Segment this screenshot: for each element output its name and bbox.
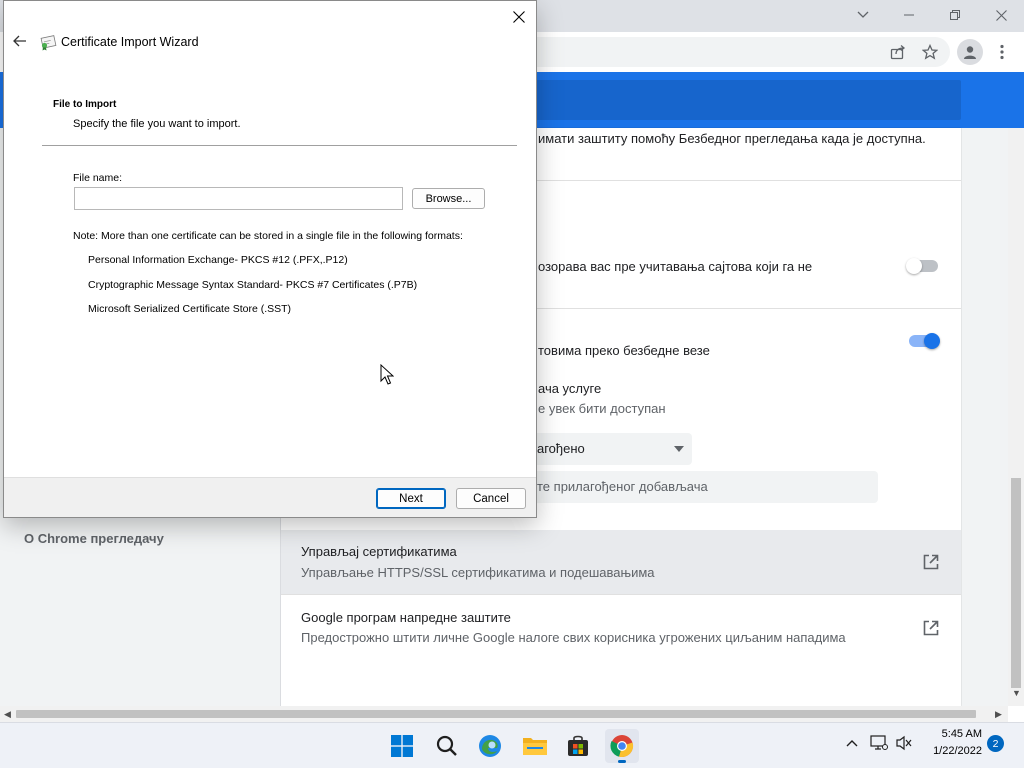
advanced-protection-title: Google програм напредне заштите bbox=[301, 610, 511, 625]
toggle-knob bbox=[906, 258, 922, 274]
format-item: Microsoft Serialized Certificate Store (… bbox=[88, 303, 292, 315]
close-icon bbox=[513, 11, 525, 23]
network-button[interactable] bbox=[869, 733, 889, 753]
toggle-knob bbox=[924, 333, 940, 349]
advanced-protection-sub: Предострожно штити личне Google налоге с… bbox=[301, 630, 846, 645]
restore-icon bbox=[950, 10, 960, 20]
certificate-import-wizard: Certificate Import Wizard File to Import… bbox=[3, 0, 537, 518]
custom-provider-placeholder: те прилагођеног добављача bbox=[537, 479, 708, 494]
manage-certificates-sub: Управљање HTTPS/SSL сертификатима и поде… bbox=[301, 565, 655, 580]
scroll-down-arrow-icon[interactable]: ▼ bbox=[1012, 688, 1021, 698]
show-hidden-icons-button[interactable] bbox=[842, 733, 862, 753]
page-subheading: Specify the file you want to import. bbox=[73, 118, 241, 130]
taskbar-chrome[interactable] bbox=[605, 729, 639, 763]
windows-logo-icon bbox=[391, 735, 413, 757]
file-name-input[interactable] bbox=[74, 187, 403, 210]
arrow-left-icon bbox=[13, 35, 26, 47]
back-button[interactable] bbox=[10, 31, 30, 51]
notification-badge[interactable]: 2 bbox=[987, 735, 1004, 752]
clock-time[interactable]: 5:45 AM bbox=[936, 728, 982, 740]
provider-text: ача услуге bbox=[538, 381, 602, 396]
settings-search-box[interactable] bbox=[536, 80, 961, 120]
dialog-close-button[interactable] bbox=[502, 3, 536, 31]
https-text: товима преко безбедне везе bbox=[538, 343, 710, 358]
close-window-button[interactable] bbox=[978, 0, 1024, 30]
mouse-cursor-icon bbox=[380, 364, 394, 385]
open-in-new-icon bbox=[923, 554, 939, 570]
horizontal-scroll-thumb[interactable] bbox=[16, 710, 976, 718]
https-toggle[interactable] bbox=[909, 333, 940, 349]
folder-icon bbox=[523, 738, 547, 755]
avatar-icon bbox=[964, 46, 976, 59]
horizontal-scrollbar[interactable]: ◀ ▶ bbox=[0, 706, 1008, 722]
formats-note: Note: More than one certificate can be s… bbox=[73, 230, 463, 242]
browse-button[interactable]: Browse... bbox=[412, 188, 485, 209]
network-icon bbox=[870, 735, 888, 750]
bookmark-button[interactable] bbox=[918, 40, 942, 64]
certificate-icon bbox=[40, 35, 57, 51]
share-button[interactable] bbox=[886, 40, 910, 64]
minimize-button[interactable] bbox=[886, 0, 932, 30]
manage-certificates-row[interactable]: Управљај сертификатима Управљање HTTPS/S… bbox=[281, 530, 961, 594]
chevron-up-icon bbox=[846, 740, 858, 747]
dropdown-arrow-icon bbox=[674, 446, 684, 452]
menu-button[interactable] bbox=[990, 40, 1014, 64]
open-in-new-icon bbox=[923, 620, 939, 636]
search-button[interactable] bbox=[430, 729, 464, 763]
sidebar-item-about-chrome[interactable]: О Chrome прегледачу bbox=[24, 531, 164, 546]
page-heading: File to Import bbox=[53, 99, 117, 110]
manage-certificates-title: Управљај сертификатима bbox=[301, 544, 457, 559]
share-icon bbox=[890, 45, 906, 60]
safe-browsing-text: имати заштиту помоћу Безбедног прегледањ… bbox=[538, 131, 926, 146]
dialog-footer: Next Cancel bbox=[4, 477, 536, 517]
search-icon bbox=[436, 735, 457, 756]
start-button[interactable] bbox=[385, 729, 419, 763]
taskbar-file-explorer[interactable] bbox=[518, 729, 552, 763]
next-button[interactable]: Next bbox=[376, 488, 446, 509]
store-icon bbox=[568, 735, 588, 756]
edge-icon bbox=[479, 735, 501, 757]
cancel-button[interactable]: Cancel bbox=[456, 488, 526, 509]
more-vert-icon bbox=[1000, 44, 1004, 60]
format-item: Cryptographic Message Syntax Standard- P… bbox=[88, 279, 418, 291]
volume-muted-icon bbox=[896, 735, 912, 751]
file-name-label: File name: bbox=[73, 172, 123, 184]
format-item: Personal Information Exchange- PKCS #12 … bbox=[88, 254, 348, 266]
chrome-icon bbox=[610, 735, 634, 758]
close-icon bbox=[995, 9, 1007, 21]
warn-text: озорава вас пре учитавања сајтова који г… bbox=[538, 259, 813, 274]
clock-date[interactable]: 1/22/2022 bbox=[920, 745, 982, 757]
restore-button[interactable] bbox=[932, 0, 978, 30]
tab-search-button[interactable] bbox=[840, 0, 886, 30]
profile-button[interactable] bbox=[957, 39, 983, 65]
header-separator bbox=[42, 145, 517, 146]
advanced-protection-row[interactable]: Google програм напредне заштите Предостр… bbox=[281, 595, 961, 675]
minimize-icon bbox=[904, 14, 914, 16]
vertical-scroll-thumb[interactable] bbox=[1011, 478, 1021, 688]
provider-select-value: агођено bbox=[537, 441, 585, 456]
scroll-left-arrow-icon[interactable]: ◀ bbox=[4, 709, 11, 720]
taskbar-store[interactable] bbox=[561, 729, 595, 763]
taskbar-edge[interactable] bbox=[473, 729, 507, 763]
star-icon bbox=[922, 44, 938, 60]
active-app-indicator bbox=[618, 760, 626, 763]
volume-button[interactable] bbox=[894, 733, 914, 753]
sidebar-divider bbox=[280, 518, 281, 706]
dialog-title: Certificate Import Wizard bbox=[61, 35, 199, 49]
chevron-down-icon bbox=[857, 11, 869, 18]
vertical-scrollbar[interactable]: ▼ bbox=[1008, 128, 1024, 706]
provider-sub-text: е увек бити доступан bbox=[538, 401, 666, 416]
warn-toggle[interactable] bbox=[906, 258, 938, 274]
scroll-right-arrow-icon[interactable]: ▶ bbox=[995, 709, 1002, 720]
